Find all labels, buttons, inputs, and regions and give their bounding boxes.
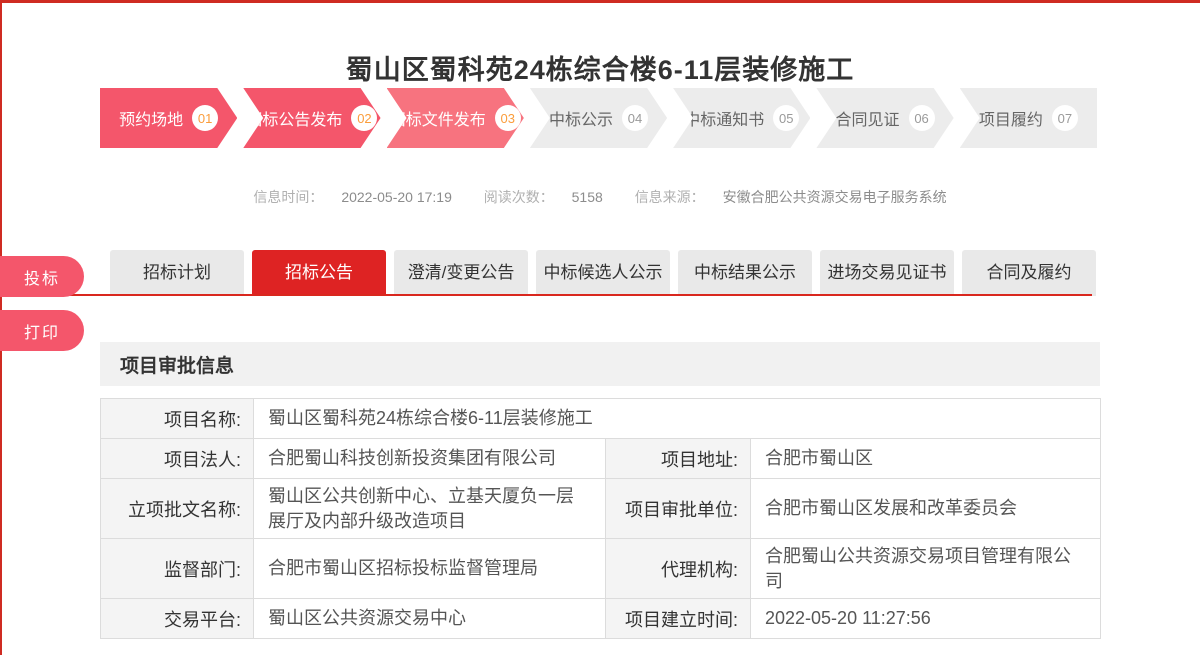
field-label-approval-authority: 项目审批单位: <box>606 479 751 539</box>
tab-candidate-publicity[interactable]: 中标候选人公示 <box>536 250 670 296</box>
field-value-supervision-dept: 合肥市蜀山区招标投标监督管理局 <box>254 539 606 599</box>
field-value-approval-authority: 合肥市蜀山区发展和改革委员会 <box>751 479 1101 539</box>
field-value-approval-doc: 蜀山区公共创新中心、立基天厦负一层展厅及内部升级改造项目 <box>254 479 606 539</box>
approval-info-table: 项目名称: 蜀山区蜀科苑24栋综合楼6-11层装修施工 项目法人: 合肥蜀山科技… <box>100 398 1101 639</box>
section-header: 项目审批信息 <box>100 342 1100 386</box>
info-source-label: 信息来源： <box>635 189 705 205</box>
step-number-badge: 02 <box>351 105 377 131</box>
step-number-badge: 07 <box>1052 105 1078 131</box>
field-value-create-time: 2022-05-20 11:27:56 <box>751 599 1101 639</box>
field-value-project-name: 蜀山区蜀科苑24栋综合楼6-11层装修施工 <box>254 399 1101 439</box>
field-value-trading-platform: 蜀山区公共资源交易中心 <box>254 599 606 639</box>
tab-tender-announcement[interactable]: 招标公告 <box>252 250 386 296</box>
step-label: 合同见证 <box>836 106 900 130</box>
info-time-label: 信息时间： <box>253 189 323 205</box>
bid-button[interactable]: 投标 <box>0 256 84 297</box>
detail-tabs: 招标计划 招标公告 澄清/变更公告 中标候选人公示 中标结果公示 进场交易见证书… <box>110 250 1096 296</box>
field-label-agency: 代理机构: <box>606 539 751 599</box>
table-row-supervision: 监督部门: 合肥市蜀山区招标投标监督管理局 代理机构: 合肥蜀山公共资源交易项目… <box>101 539 1101 599</box>
tab-contract-performance[interactable]: 合同及履约 <box>962 250 1096 296</box>
step-contract-witness: 合同见证 06 <box>816 88 953 148</box>
step-number-badge: 03 <box>495 105 521 131</box>
page-top-border <box>0 0 1200 3</box>
info-time-value: 2022-05-20 17:19 <box>341 189 452 205</box>
field-label-project-name: 项目名称: <box>101 399 254 439</box>
progress-steps: 预约场地 01 招标公告发布 02 招标文件发布 03 中标公示 04 中标通知… <box>100 88 1097 148</box>
step-number-badge: 04 <box>622 105 648 131</box>
step-tender-announcement: 招标公告发布 02 <box>243 88 380 148</box>
info-views-label: 阅读次数： <box>484 189 554 205</box>
tab-tender-plan[interactable]: 招标计划 <box>110 250 244 296</box>
field-label-legal-person: 项目法人: <box>101 439 254 479</box>
tab-entry-certificate[interactable]: 进场交易见证书 <box>820 250 954 296</box>
info-source-value: 安徽合肥公共资源交易电子服务系统 <box>723 189 947 205</box>
field-value-agency: 合肥蜀山公共资源交易项目管理有限公司 <box>751 539 1101 599</box>
field-label-trading-platform: 交易平台: <box>101 599 254 639</box>
step-number-badge: 05 <box>773 105 799 131</box>
tab-clarification-change[interactable]: 澄清/变更公告 <box>394 250 528 296</box>
step-tender-documents: 招标文件发布 03 <box>387 88 524 148</box>
step-label: 项目履约 <box>979 106 1043 130</box>
table-row-project-name: 项目名称: 蜀山区蜀科苑24栋综合楼6-11层装修施工 <box>101 399 1101 439</box>
field-value-legal-person: 合肥蜀山科技创新投资集团有限公司 <box>254 439 606 479</box>
section-title: 项目审批信息 <box>120 351 234 378</box>
field-label-approval-doc: 立项批文名称: <box>101 479 254 539</box>
page: 蜀山区蜀科苑24栋综合楼6-11层装修施工 预约场地 01 招标公告发布 02 … <box>0 0 1200 655</box>
step-label: 预约场地 <box>119 106 183 130</box>
info-meta-line: 信息时间： 2022-05-20 17:19 阅读次数： 5158 信息来源： … <box>0 187 1200 207</box>
table-row-approval-doc: 立项批文名称: 蜀山区公共创新中心、立基天厦负一层展厅及内部升级改造项目 项目审… <box>101 479 1101 539</box>
info-views-value: 5158 <box>572 189 603 205</box>
tab-result-publicity[interactable]: 中标结果公示 <box>678 250 812 296</box>
field-value-project-address: 合肥市蜀山区 <box>751 439 1101 479</box>
step-project-performance: 项目履约 07 <box>960 88 1097 148</box>
tabs-accent-underline <box>0 294 1092 296</box>
print-button[interactable]: 打印 <box>0 310 84 351</box>
step-number-badge: 06 <box>909 105 935 131</box>
page-title: 蜀山区蜀科苑24栋综合楼6-11层装修施工 <box>0 48 1200 87</box>
field-label-create-time: 项目建立时间: <box>606 599 751 639</box>
step-label: 招标文件发布 <box>390 106 486 130</box>
field-label-supervision-dept: 监督部门: <box>101 539 254 599</box>
step-label: 中标通知书 <box>684 106 764 130</box>
step-number-badge: 01 <box>192 105 218 131</box>
field-label-project-address: 项目地址: <box>606 439 751 479</box>
table-row-legal-person: 项目法人: 合肥蜀山科技创新投资集团有限公司 项目地址: 合肥市蜀山区 <box>101 439 1101 479</box>
table-row-platform: 交易平台: 蜀山区公共资源交易中心 项目建立时间: 2022-05-20 11:… <box>101 599 1101 639</box>
step-label: 招标公告发布 <box>246 106 342 130</box>
step-label: 中标公示 <box>549 106 613 130</box>
step-reserve-venue: 预约场地 01 <box>100 88 237 148</box>
step-winner-publicity: 中标公示 04 <box>530 88 667 148</box>
step-award-notice: 中标通知书 05 <box>673 88 810 148</box>
